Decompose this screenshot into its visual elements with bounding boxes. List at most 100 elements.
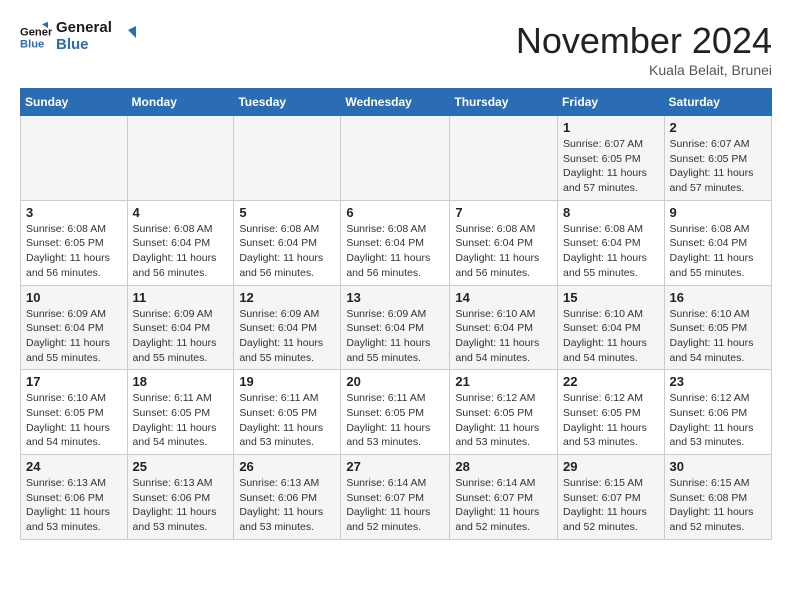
day-cell-19: 19 Sunrise: 6:11 AMSunset: 6:05 PMDayligh… [234,370,341,455]
day-number: 20 [346,374,444,389]
column-header-monday: Monday [127,89,234,116]
day-info: Sunrise: 6:09 AMSunset: 6:04 PMDaylight:… [133,307,229,366]
day-number: 7 [455,205,552,220]
column-header-saturday: Saturday [664,89,771,116]
day-number: 5 [239,205,335,220]
column-header-sunday: Sunday [21,89,128,116]
logo-bird-icon [114,26,136,48]
day-info: Sunrise: 6:07 AMSunset: 6:05 PMDaylight:… [670,137,766,196]
day-cell-28: 28Sunrise: 6:14 AMSunset: 6:07 PMDayligh… [450,455,558,540]
day-cell-3: 3 Sunrise: 6:08 AMSunset: 6:05 PMDaylight… [21,200,128,285]
column-header-thursday: Thursday [450,89,558,116]
day-info: Sunrise: 6:13 AMSunset: 6:06 PMDaylight:… [26,476,122,535]
day-info: Sunrise: 6:09 AMSunset: 6:04 PMDaylight:… [239,307,335,366]
day-info: Sunrise: 6:10 AMSunset: 6:05 PMDaylight:… [670,307,766,366]
title-block: November 2024 Kuala Belait, Brunei [516,20,772,78]
empty-cell [341,116,450,201]
day-number: 15 [563,290,659,305]
day-info: Sunrise: 6:12 AMSunset: 6:05 PMDaylight:… [455,391,552,450]
day-number: 27 [346,459,444,474]
location: Kuala Belait, Brunei [516,62,772,78]
day-number: 10 [26,290,122,305]
day-cell-14: 14 Sunrise: 6:10 AMSunset: 6:04 PMDayligh… [450,285,558,370]
day-cell-10: 10 Sunrise: 6:09 AMSunset: 6:04 PMDayligh… [21,285,128,370]
day-cell-1: 1Sunrise: 6:07 AMSunset: 6:05 PMDaylight… [558,116,665,201]
day-info: Sunrise: 6:15 AMSunset: 6:08 PMDaylight:… [670,476,766,535]
column-header-wednesday: Wednesday [341,89,450,116]
empty-cell [450,116,558,201]
logo-text-blue: Blue [56,37,112,54]
day-info: Sunrise: 6:10 AMSunset: 6:04 PMDaylight:… [455,307,552,366]
day-info: Sunrise: 6:14 AMSunset: 6:07 PMDaylight:… [346,476,444,535]
day-number: 16 [670,290,766,305]
empty-cell [127,116,234,201]
day-number: 9 [670,205,766,220]
day-number: 26 [239,459,335,474]
day-info: Sunrise: 6:11 AMSunset: 6:05 PMDaylight:… [239,391,335,450]
day-cell-6: 6 Sunrise: 6:08 AMSunset: 6:04 PMDaylight… [341,200,450,285]
day-number: 25 [133,459,229,474]
day-cell-27: 27 Sunrise: 6:14 AMSunset: 6:07 PMDayligh… [341,455,450,540]
day-cell-16: 16 Sunrise: 6:10 AMSunset: 6:05 PMDayligh… [664,285,771,370]
day-info: Sunrise: 6:10 AMSunset: 6:04 PMDaylight:… [563,307,659,366]
svg-text:General: General [20,26,52,38]
day-info: Sunrise: 6:08 AMSunset: 6:04 PMDaylight:… [455,222,552,281]
day-cell-12: 12 Sunrise: 6:09 AMSunset: 6:04 PMDayligh… [234,285,341,370]
day-info: Sunrise: 6:14 AMSunset: 6:07 PMDaylight:… [455,476,552,535]
week-row-4: 17Sunrise: 6:10 AMSunset: 6:05 PMDayligh… [21,370,772,455]
day-number: 3 [26,205,122,220]
day-number: 6 [346,205,444,220]
empty-cell [21,116,128,201]
day-info: Sunrise: 6:11 AMSunset: 6:05 PMDaylight:… [346,391,444,450]
day-cell-24: 24Sunrise: 6:13 AMSunset: 6:06 PMDayligh… [21,455,128,540]
week-row-1: 1 Sunrise: 6:07 AMSunset: 6:05 PMDaylight… [21,116,772,201]
column-header-tuesday: Tuesday [234,89,341,116]
day-info: Sunrise: 6:12 AMSunset: 6:05 PMDaylight:… [563,391,659,450]
column-header-friday: Friday [558,89,665,116]
day-number: 23 [670,374,766,389]
day-info: Sunrise: 6:15 AMSunset: 6:07 PMDaylight:… [563,476,659,535]
day-number: 19 [239,374,335,389]
day-cell-25: 25Sunrise: 6:13 AMSunset: 6:06 PMDayligh… [127,455,234,540]
day-cell-7: 7 Sunrise: 6:08 AMSunset: 6:04 PMDaylight… [450,200,558,285]
day-number: 21 [455,374,552,389]
empty-cell [234,116,341,201]
day-cell-15: 15 Sunrise: 6:10 AMSunset: 6:04 PMDayligh… [558,285,665,370]
week-row-3: 10 Sunrise: 6:09 AMSunset: 6:04 PMDayligh… [21,285,772,370]
day-cell-23: 23 Sunrise: 6:12 AMSunset: 6:06 PMDayligh… [664,370,771,455]
calendar-header-row: SundayMondayTuesdayWednesdayThursdayFrid… [21,89,772,116]
day-cell-18: 18Sunrise: 6:11 AMSunset: 6:05 PMDayligh… [127,370,234,455]
logo: General Blue General Blue [20,20,136,53]
day-info: Sunrise: 6:08 AMSunset: 6:05 PMDaylight:… [26,222,122,281]
month-title: November 2024 [516,20,772,62]
day-info: Sunrise: 6:09 AMSunset: 6:04 PMDaylight:… [26,307,122,366]
day-number: 30 [670,459,766,474]
logo-icon: General Blue [20,21,52,53]
day-info: Sunrise: 6:08 AMSunset: 6:04 PMDaylight:… [346,222,444,281]
day-cell-20: 20 Sunrise: 6:11 AMSunset: 6:05 PMDayligh… [341,370,450,455]
day-number: 17 [26,374,122,389]
page-header: General Blue General Blue November 2024 … [20,20,772,78]
day-number: 12 [239,290,335,305]
day-number: 8 [563,205,659,220]
week-row-2: 3 Sunrise: 6:08 AMSunset: 6:05 PMDaylight… [21,200,772,285]
day-cell-13: 13Sunrise: 6:09 AMSunset: 6:04 PMDayligh… [341,285,450,370]
day-number: 11 [133,290,229,305]
day-info: Sunrise: 6:08 AMSunset: 6:04 PMDaylight:… [133,222,229,281]
day-info: Sunrise: 6:08 AMSunset: 6:04 PMDaylight:… [563,222,659,281]
day-info: Sunrise: 6:12 AMSunset: 6:06 PMDaylight:… [670,391,766,450]
day-info: Sunrise: 6:08 AMSunset: 6:04 PMDaylight:… [670,222,766,281]
day-cell-2: 2Sunrise: 6:07 AMSunset: 6:05 PMDaylight… [664,116,771,201]
day-cell-8: 8 Sunrise: 6:08 AMSunset: 6:04 PMDaylight… [558,200,665,285]
day-cell-17: 17Sunrise: 6:10 AMSunset: 6:05 PMDayligh… [21,370,128,455]
day-number: 1 [563,120,659,135]
day-info: Sunrise: 6:13 AMSunset: 6:06 PMDaylight:… [239,476,335,535]
day-cell-4: 4Sunrise: 6:08 AMSunset: 6:04 PMDaylight… [127,200,234,285]
day-cell-30: 30 Sunrise: 6:15 AMSunset: 6:08 PMDayligh… [664,455,771,540]
day-number: 22 [563,374,659,389]
day-cell-21: 21 Sunrise: 6:12 AMSunset: 6:05 PMDayligh… [450,370,558,455]
day-cell-9: 9 Sunrise: 6:08 AMSunset: 6:04 PMDaylight… [664,200,771,285]
day-cell-22: 22 Sunrise: 6:12 AMSunset: 6:05 PMDayligh… [558,370,665,455]
day-number: 14 [455,290,552,305]
day-info: Sunrise: 6:08 AMSunset: 6:04 PMDaylight:… [239,222,335,281]
